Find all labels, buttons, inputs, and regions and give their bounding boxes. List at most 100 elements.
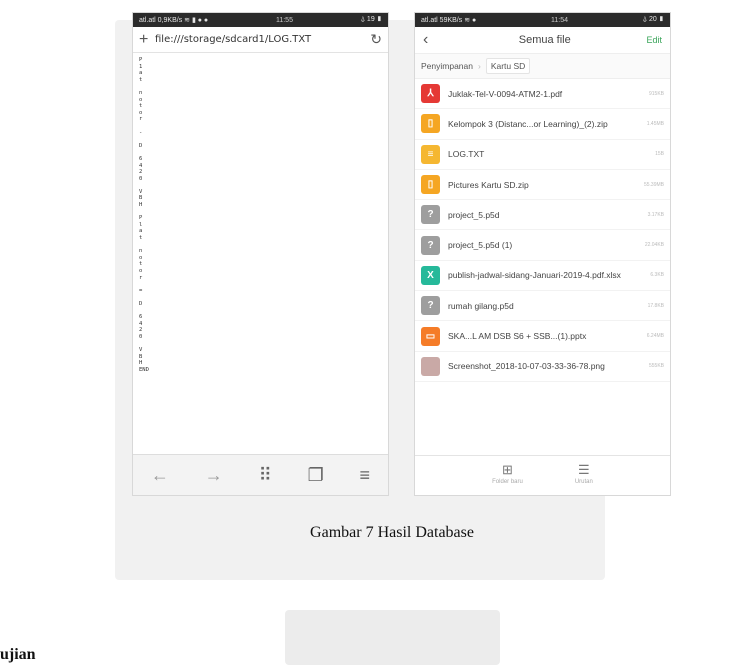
log-text-line xyxy=(139,209,159,216)
breadcrumb-item-penyimpanan[interactable]: Penyimpanan xyxy=(421,61,473,71)
file-size: 6.3KB xyxy=(650,272,664,279)
log-text-line: n xyxy=(139,248,143,255)
file-row[interactable]: ? project_5.p5d 3.17KB xyxy=(415,200,670,231)
file-row[interactable]: ▯ Kelompok 3 (Distanc...or Learning)_(2).… xyxy=(415,109,670,140)
log-text-line: o xyxy=(139,96,143,103)
text-file-icon: ≡ xyxy=(421,144,440,164)
sort-button[interactable]: ☰ Urutan xyxy=(575,462,593,495)
file-name: Screenshot_2018-10-07-03-33-36-78.png xyxy=(448,361,605,372)
file-row[interactable]: ▭ SKA...L AM DSB S6 + SSB...(1).pptx 6.24M… xyxy=(415,321,670,352)
log-text-line: B xyxy=(139,353,143,360)
file-size: 915KB xyxy=(648,90,664,97)
log-text-line: a xyxy=(139,70,143,77)
back-chevron-icon[interactable]: ‹ xyxy=(423,31,443,49)
status-signal: atl.atl 59KB/s ≋ ● xyxy=(421,17,477,24)
log-text-line xyxy=(139,136,159,143)
presentation-icon: ▭ xyxy=(421,326,440,346)
edit-button[interactable]: Edit xyxy=(646,35,662,45)
file-row[interactable]: ⅄ Juklak-Tel-V-0094-ATM2-1.pdf 915KB xyxy=(415,79,670,110)
browser-screenshot: atl.atl 0,9KB/s ≋ ▮ ● ● 11:55 ⍙ 19 ▮ + f… xyxy=(132,12,389,496)
file-name: rumah gilang.p5d xyxy=(448,300,514,311)
file-name: project_5.p5d (1) xyxy=(448,240,513,251)
grid-menu-icon[interactable]: ⠿ xyxy=(259,465,272,486)
menu-icon[interactable]: ≡ xyxy=(360,465,371,486)
file-name: SKA...L AM DSB S6 + SSB...(1).pptx xyxy=(448,331,587,342)
log-text-line: a xyxy=(139,228,143,235)
status-time: 11:54 xyxy=(551,16,569,24)
log-text-line: n xyxy=(139,89,143,96)
status-signal: atl.atl 0,9KB/s ≋ ▮ ● ● xyxy=(139,17,209,24)
log-text-line: 2 xyxy=(139,327,143,334)
file-name: Kelompok 3 (Distanc...or Learning)_(2).z… xyxy=(448,118,608,129)
file-row[interactable]: ? project_5.p5d (1) 22.04KB xyxy=(415,230,670,261)
log-text-line: END xyxy=(139,366,149,373)
log-text-line: 0 xyxy=(139,333,143,340)
log-text-line: t xyxy=(139,235,143,242)
url-text[interactable]: file:///storage/sdcard1/LOG.TXT xyxy=(155,34,370,45)
status-battery: ⍙ 19 ▮ xyxy=(360,16,382,23)
forward-arrow-icon[interactable]: → xyxy=(205,465,223,486)
file-name: LOG.TXT xyxy=(448,149,485,160)
file-manager-screenshot: atl.atl 59KB/s ≋ ● 11:54 ⍙ 20 ▮ ‹ Semua … xyxy=(414,12,671,496)
file-size: 22.04KB xyxy=(644,242,664,249)
file-name: Juklak-Tel-V-0094-ATM2-1.pdf xyxy=(448,88,563,99)
log-text-line: V xyxy=(139,347,143,354)
log-text-line xyxy=(139,83,159,90)
new-folder-button[interactable]: ⊞ Folder baru xyxy=(492,462,523,495)
section-heading: ujian xyxy=(0,646,36,663)
log-text-line xyxy=(139,182,159,189)
unknown-file-icon: ? xyxy=(421,296,440,316)
reload-icon[interactable]: ↻ xyxy=(370,31,382,48)
breadcrumb-item-kartu-sd[interactable]: Kartu SD xyxy=(485,58,531,74)
log-text-line xyxy=(139,123,159,130)
log-text-line xyxy=(139,149,159,156)
file-row[interactable]: Screenshot_2018-10-07-03-33-36-78.png 555… xyxy=(415,352,670,382)
unknown-file-icon: ? xyxy=(421,205,440,225)
log-text-line: P xyxy=(139,57,143,63)
status-bar: atl.atl 59KB/s ≋ ● 11:54 ⍙ 20 ▮ xyxy=(415,13,670,27)
file-row[interactable]: ≡ LOG.TXT 15B xyxy=(415,140,670,170)
back-arrow-icon[interactable]: ← xyxy=(151,465,169,486)
log-text-line: t xyxy=(139,261,143,268)
file-row[interactable]: ▯ Pictures Kartu SD.zip 55.39MB xyxy=(415,170,670,201)
new-tab-icon[interactable]: + xyxy=(139,31,155,49)
status-battery: ⍙ 20 ▮ xyxy=(642,16,664,23)
log-text-line: t xyxy=(139,76,143,83)
sort-label: Urutan xyxy=(574,479,593,485)
log-text-line: H xyxy=(139,202,143,209)
image-thumbnail-icon xyxy=(421,356,440,376)
screen-title: Semua file xyxy=(518,34,571,46)
file-name: Pictures Kartu SD.zip xyxy=(448,179,529,190)
log-text-line: r xyxy=(139,274,143,281)
log-text-line: o xyxy=(139,268,143,274)
log-text-line: D xyxy=(139,142,143,149)
unknown-file-icon: ? xyxy=(421,235,440,255)
watermark-shape-lower xyxy=(285,610,500,665)
file-size: 3.17KB xyxy=(647,211,664,218)
log-text-line: l xyxy=(139,221,143,228)
file-name: project_5.p5d xyxy=(448,209,500,220)
tabs-icon[interactable]: ❐ xyxy=(308,465,324,486)
file-size: 555KB xyxy=(648,363,664,370)
log-text-line xyxy=(139,341,159,348)
log-text-line: 6 xyxy=(139,155,143,162)
log-text-line: P xyxy=(139,215,143,222)
file-size: 55.39MB xyxy=(643,181,664,188)
new-folder-label: Folder baru xyxy=(492,479,523,485)
status-bar: atl.atl 0,9KB/s ≋ ▮ ● ● 11:55 ⍙ 19 ▮ xyxy=(133,13,388,27)
file-row[interactable]: Xpublish-jadwal-sidang-Januari-2019-4.pd… xyxy=(415,261,670,292)
zip-icon: ▯ xyxy=(421,114,440,134)
file-row[interactable]: ? rumah gilang.p5d 17.8KB xyxy=(415,291,670,322)
file-size: 1.45MB xyxy=(646,120,664,127)
log-text-line xyxy=(139,281,159,288)
log-text-line: 4 xyxy=(139,320,143,327)
log-text-line xyxy=(139,294,159,301)
file-size: 17.8KB xyxy=(647,302,664,309)
log-text-line xyxy=(139,242,159,249)
sort-icon: ☰ xyxy=(578,462,590,477)
file-name: publish-jadwal-sidang-Januari-2019-4.pdf… xyxy=(448,270,621,281)
log-text-line: 4 xyxy=(139,162,143,169)
log-text-line: 6 xyxy=(139,314,143,321)
status-time: 11:55 xyxy=(275,16,293,24)
browser-toolbar: ← → ⠿ ❐ ≡ xyxy=(133,454,388,495)
